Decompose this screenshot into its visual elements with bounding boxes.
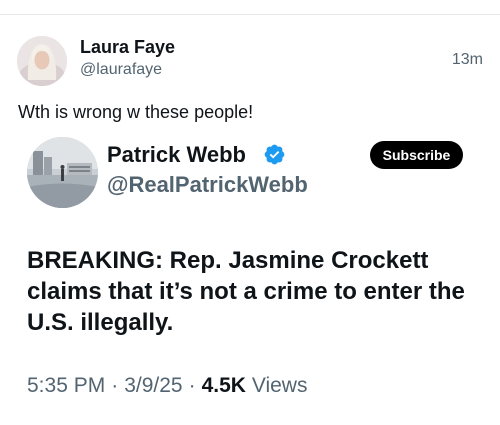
quoted-post-meta: 5:35 PM · 3/9/25 · 4.5K Views (27, 374, 307, 398)
quoted-author-name[interactable]: Patrick Webb (107, 142, 246, 168)
subscribe-button[interactable]: Subscribe (370, 141, 463, 169)
post-timestamp[interactable]: 13m (452, 51, 483, 69)
meta-separator: · (111, 374, 119, 397)
views-label: Views (251, 374, 308, 397)
author-avatar[interactable] (17, 36, 67, 86)
author-avatar-image (17, 36, 67, 86)
post-text: Wth is wrong w these people! (18, 102, 254, 122)
author-handle[interactable]: @laurafaye (80, 61, 162, 79)
quoted-avatar-image (27, 137, 98, 208)
views-count[interactable]: 4.5K (202, 374, 246, 397)
top-divider (0, 14, 500, 15)
meta-separator: · (188, 374, 196, 397)
quoted-author-handle[interactable]: @RealPatrickWebb (107, 172, 308, 198)
verified-badge-icon (264, 144, 285, 165)
quoted-post-text: BREAKING: Rep. Jasmine Crockett claims t… (27, 247, 465, 336)
quoted-post-date[interactable]: 3/9/25 (124, 374, 182, 397)
quoted-author-avatar[interactable] (27, 137, 98, 208)
author-name[interactable]: Laura Faye (80, 37, 175, 58)
quoted-post-time[interactable]: 5:35 PM (27, 374, 105, 397)
